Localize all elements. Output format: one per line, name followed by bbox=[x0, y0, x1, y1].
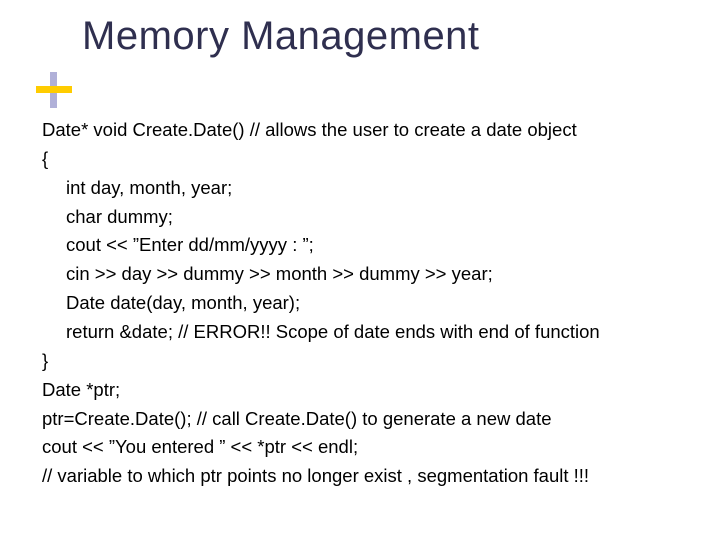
code-line: Date* void Create.Date() // allows the u… bbox=[42, 116, 696, 145]
code-line: { bbox=[42, 145, 696, 174]
deco-horizontal-bar bbox=[36, 86, 72, 93]
code-line: // variable to which ptr points no longe… bbox=[42, 462, 696, 491]
corner-decoration bbox=[36, 72, 72, 108]
code-line: Date date(day, month, year); bbox=[42, 289, 696, 318]
slide: Memory Management Date* void Create.Date… bbox=[0, 0, 720, 540]
code-line: cout << ”Enter dd/mm/yyyy : ”; bbox=[42, 231, 696, 260]
code-line: char dummy; bbox=[42, 203, 696, 232]
code-line: cout << ”You entered ” << *ptr << endl; bbox=[42, 433, 696, 462]
code-line: Date *ptr; bbox=[42, 376, 696, 405]
code-line: cin >> day >> dummy >> month >> dummy >>… bbox=[42, 260, 696, 289]
code-line: int day, month, year; bbox=[42, 174, 696, 203]
code-line: } bbox=[42, 347, 696, 376]
code-line: ptr=Create.Date(); // call Create.Date()… bbox=[42, 405, 696, 434]
slide-title: Memory Management bbox=[82, 14, 480, 59]
code-body: Date* void Create.Date() // allows the u… bbox=[42, 116, 696, 491]
code-line: return &date; // ERROR!! Scope of date e… bbox=[42, 318, 696, 347]
title-area: Memory Management bbox=[38, 14, 480, 59]
